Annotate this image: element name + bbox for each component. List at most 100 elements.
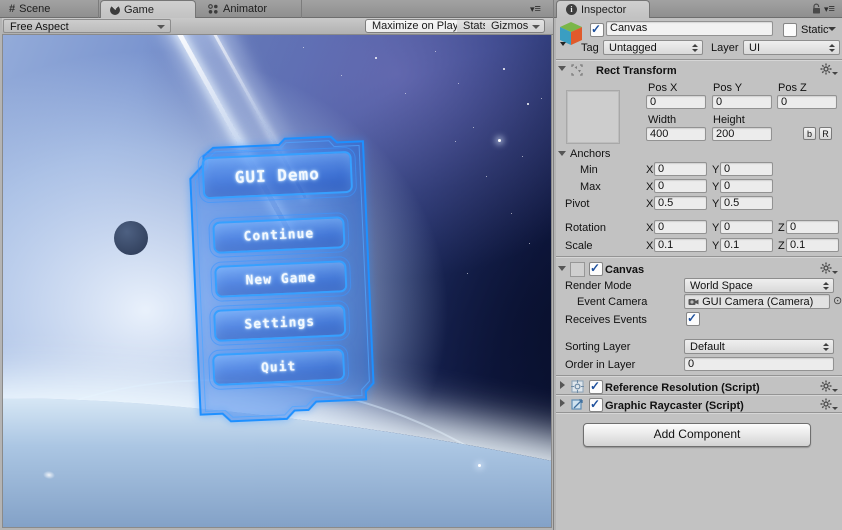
- inspector-panel-menu-icon[interactable]: ▾≡: [824, 3, 835, 15]
- anchor-max-x-field[interactable]: 0: [654, 179, 707, 193]
- sorting-layer-dropdown[interactable]: Default: [684, 339, 834, 354]
- y-axis-label: Y: [712, 198, 720, 210]
- anchor-min-x-field[interactable]: 0: [654, 162, 707, 176]
- graphic-raycaster-title: Graphic Raycaster (Script): [605, 400, 744, 412]
- tab-game[interactable]: Game: [100, 0, 196, 18]
- rotation-z-field[interactable]: 0: [786, 220, 839, 234]
- quit-button[interactable]: Quit: [207, 343, 350, 391]
- pos-x-field[interactable]: 0: [646, 95, 706, 109]
- static-dropdown-icon[interactable]: [828, 27, 836, 31]
- game-panel-menu-icon[interactable]: ▾≡: [530, 3, 541, 15]
- x-axis-label: X: [646, 222, 654, 234]
- gear-icon[interactable]: [820, 398, 838, 410]
- rotation-x-field[interactable]: 0: [654, 220, 707, 234]
- star: [503, 68, 505, 70]
- continue-button[interactable]: Continue: [208, 211, 350, 259]
- gear-icon[interactable]: [820, 262, 838, 274]
- raw-edit-mode-button[interactable]: R: [819, 127, 832, 140]
- star: [541, 98, 542, 99]
- window-tab-strip: # Scene Game Animator ▾≡ i Inspector ▾≡: [0, 0, 842, 18]
- pos-z-label: Pos Z: [778, 82, 807, 94]
- star: [467, 273, 468, 274]
- game-viewport[interactable]: GUI Demo Continue New Game Settings Quit: [2, 34, 552, 528]
- aspect-ratio-dropdown[interactable]: Free Aspect: [3, 19, 171, 33]
- scale-z-field[interactable]: 0.1: [786, 238, 839, 252]
- star: [303, 47, 304, 48]
- reference-resolution-checkbox[interactable]: [589, 379, 603, 394]
- scale-x-field[interactable]: 0.1: [654, 238, 707, 252]
- add-component-button[interactable]: Add Component: [583, 423, 811, 447]
- star: [435, 51, 436, 52]
- object-picker-icon[interactable]: ⊙: [833, 295, 842, 307]
- star: [529, 243, 530, 244]
- layer-label: Layer: [711, 42, 739, 54]
- tab-scene[interactable]: # Scene: [0, 0, 99, 18]
- y-axis-label: Y: [712, 222, 720, 234]
- maximize-on-play-button[interactable]: Maximize on Play: [365, 19, 466, 33]
- pos-y-label: Pos Y: [713, 82, 743, 94]
- static-label: Static: [801, 24, 829, 36]
- canvas-foldout[interactable]: [558, 266, 566, 271]
- order-in-layer-field[interactable]: 0: [684, 357, 834, 371]
- canvas-enabled-checkbox[interactable]: [589, 261, 603, 276]
- sorting-layer-value: Default: [690, 341, 725, 353]
- scale-y-field[interactable]: 0.1: [720, 238, 773, 252]
- tab-inspector[interactable]: i Inspector: [556, 0, 650, 18]
- height-field[interactable]: 200: [712, 127, 772, 141]
- layer-dropdown[interactable]: UI: [743, 40, 840, 55]
- pivot-x-field[interactable]: 0.5: [654, 196, 707, 210]
- layer-value: UI: [749, 42, 760, 54]
- new-game-button[interactable]: New Game: [210, 255, 352, 303]
- event-camera-object-field[interactable]: GUI Camera (Camera): [684, 294, 830, 309]
- graphic-raycaster-checkbox[interactable]: [589, 397, 603, 412]
- settings-button[interactable]: Settings: [209, 299, 351, 347]
- max-label: Max: [580, 181, 601, 193]
- lock-icon[interactable]: [812, 3, 821, 15]
- pivot-y-field[interactable]: 0.5: [720, 196, 773, 210]
- star: [527, 103, 529, 105]
- pos-z-field[interactable]: 0: [777, 95, 837, 109]
- star: [478, 464, 481, 467]
- game-view-icon: [110, 4, 120, 15]
- y-axis-label: Y: [712, 240, 720, 252]
- info-icon: i: [566, 4, 577, 15]
- pos-y-field[interactable]: 0: [712, 95, 772, 109]
- anchor-min-y-field[interactable]: 0: [720, 162, 773, 176]
- rotation-y-field[interactable]: 0: [720, 220, 773, 234]
- aspect-ratio-value: Free Aspect: [10, 21, 69, 33]
- chevron-down-icon: [532, 25, 541, 29]
- gizmos-button[interactable]: Gizmos: [485, 19, 546, 33]
- blueprint-mode-button[interactable]: b: [803, 127, 816, 140]
- menu-title: GUI Demo: [197, 146, 358, 204]
- tab-game-label: Game: [124, 3, 154, 16]
- name-field[interactable]: Canvas: [606, 21, 773, 36]
- tag-label: Tag: [581, 42, 599, 54]
- width-label: Width: [648, 114, 677, 126]
- render-mode-label: Render Mode: [565, 280, 632, 292]
- anchor-preview-box[interactable]: [566, 90, 620, 144]
- pane-divider[interactable]: [553, 0, 554, 530]
- anchor-max-y-field[interactable]: 0: [720, 179, 773, 193]
- y-axis-label: Y: [712, 164, 720, 176]
- graphic-raycaster-foldout[interactable]: [560, 399, 565, 407]
- gear-icon[interactable]: [820, 380, 838, 392]
- render-mode-value: World Space: [690, 280, 753, 292]
- active-checkbox[interactable]: [590, 22, 604, 37]
- width-field[interactable]: 400: [646, 127, 706, 141]
- receives-events-checkbox[interactable]: [686, 311, 700, 326]
- tab-inspector-label: Inspector: [581, 3, 627, 16]
- reference-resolution-foldout[interactable]: [560, 381, 565, 389]
- rect-transform-foldout[interactable]: [558, 66, 566, 71]
- animator-nodes-icon: [208, 4, 218, 14]
- static-checkbox[interactable]: [783, 23, 797, 37]
- scale-label: Scale: [565, 240, 593, 252]
- anchors-foldout[interactable]: [558, 151, 566, 156]
- x-axis-label: X: [646, 164, 654, 176]
- gear-icon[interactable]: [820, 63, 838, 75]
- order-in-layer-label: Order in Layer: [565, 359, 636, 371]
- tab-animator[interactable]: Animator: [198, 0, 302, 18]
- tag-dropdown[interactable]: Untagged: [603, 40, 703, 55]
- game-gui-menu: GUI Demo Continue New Game Settings Quit: [179, 133, 384, 433]
- render-mode-dropdown[interactable]: World Space: [684, 278, 834, 293]
- x-axis-label: X: [646, 240, 654, 252]
